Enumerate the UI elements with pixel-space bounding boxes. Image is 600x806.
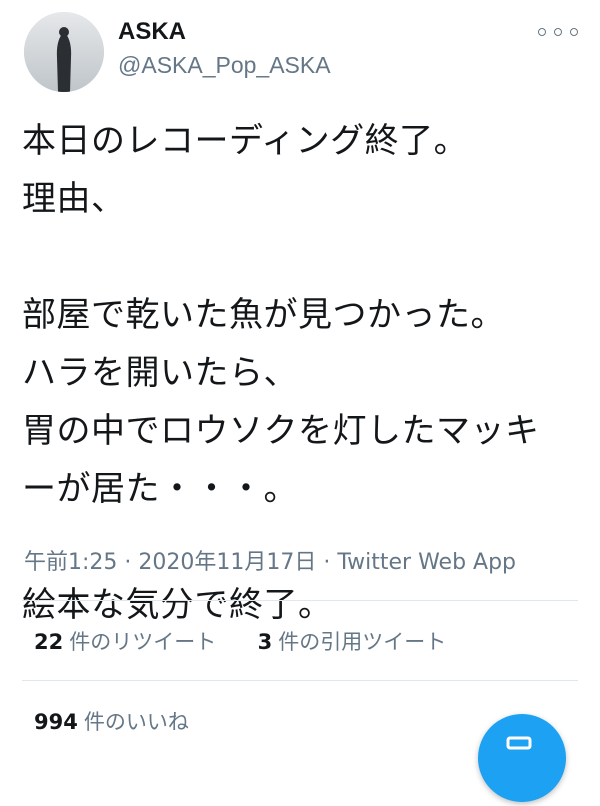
tweet-line: 部屋で乾いた魚が見つかった。 [22, 295, 505, 335]
tweet-line: 胃の中でロウソクを灯したマッキ [22, 411, 540, 451]
retweets-label: 件のリツイート [69, 630, 217, 654]
tweet-line [22, 228, 582, 286]
likes-stat[interactable]: 994 件のいいね [34, 710, 189, 734]
user-handle[interactable]: @ASKA_Pop_ASKA [118, 52, 331, 79]
divider [22, 680, 578, 681]
tweet-time[interactable]: 午前1:25 [24, 550, 117, 575]
tweet-meta: 午前1:25 · 2020年11月17日 · Twitter Web App [24, 544, 516, 576]
more-options-icon [570, 28, 578, 36]
tweet-date[interactable]: 2020年11月17日 [138, 550, 316, 575]
tweet-line: 本日のレコーディング終了。 [22, 121, 469, 161]
compose-icon [506, 736, 532, 750]
more-options-button[interactable] [538, 20, 578, 44]
retweets-count: 22 [34, 630, 64, 654]
meta-separator: · [117, 550, 139, 575]
quotes-stat[interactable]: 3 件の引用ツイート [258, 630, 447, 654]
engagement-row: 22 件のリツイート 3 件の引用ツイート [34, 626, 446, 656]
likes-label: 件のいいね [83, 710, 189, 734]
avatar-image [24, 12, 104, 92]
compose-tweet-button[interactable] [478, 714, 566, 802]
divider [22, 600, 578, 601]
likes-row: 994 件のいいね [34, 706, 189, 736]
tweet-client[interactable]: Twitter Web App [337, 550, 516, 575]
quotes-count: 3 [257, 630, 273, 654]
user-name[interactable]: ASKA [118, 18, 186, 46]
more-options-icon [554, 28, 562, 36]
retweets-stat[interactable]: 22 件のリツイート [34, 630, 216, 654]
meta-separator: · [316, 550, 338, 575]
avatar[interactable] [24, 12, 104, 92]
likes-count: 994 [34, 710, 78, 734]
more-options-icon [538, 28, 546, 36]
quotes-label: 件の引用ツイート [278, 630, 447, 654]
tweet-line: ーが居た・・・。 [22, 469, 298, 509]
tweet-line: ハラを開いたら、 [22, 353, 298, 393]
tweet-line: 理由、 [22, 179, 126, 219]
